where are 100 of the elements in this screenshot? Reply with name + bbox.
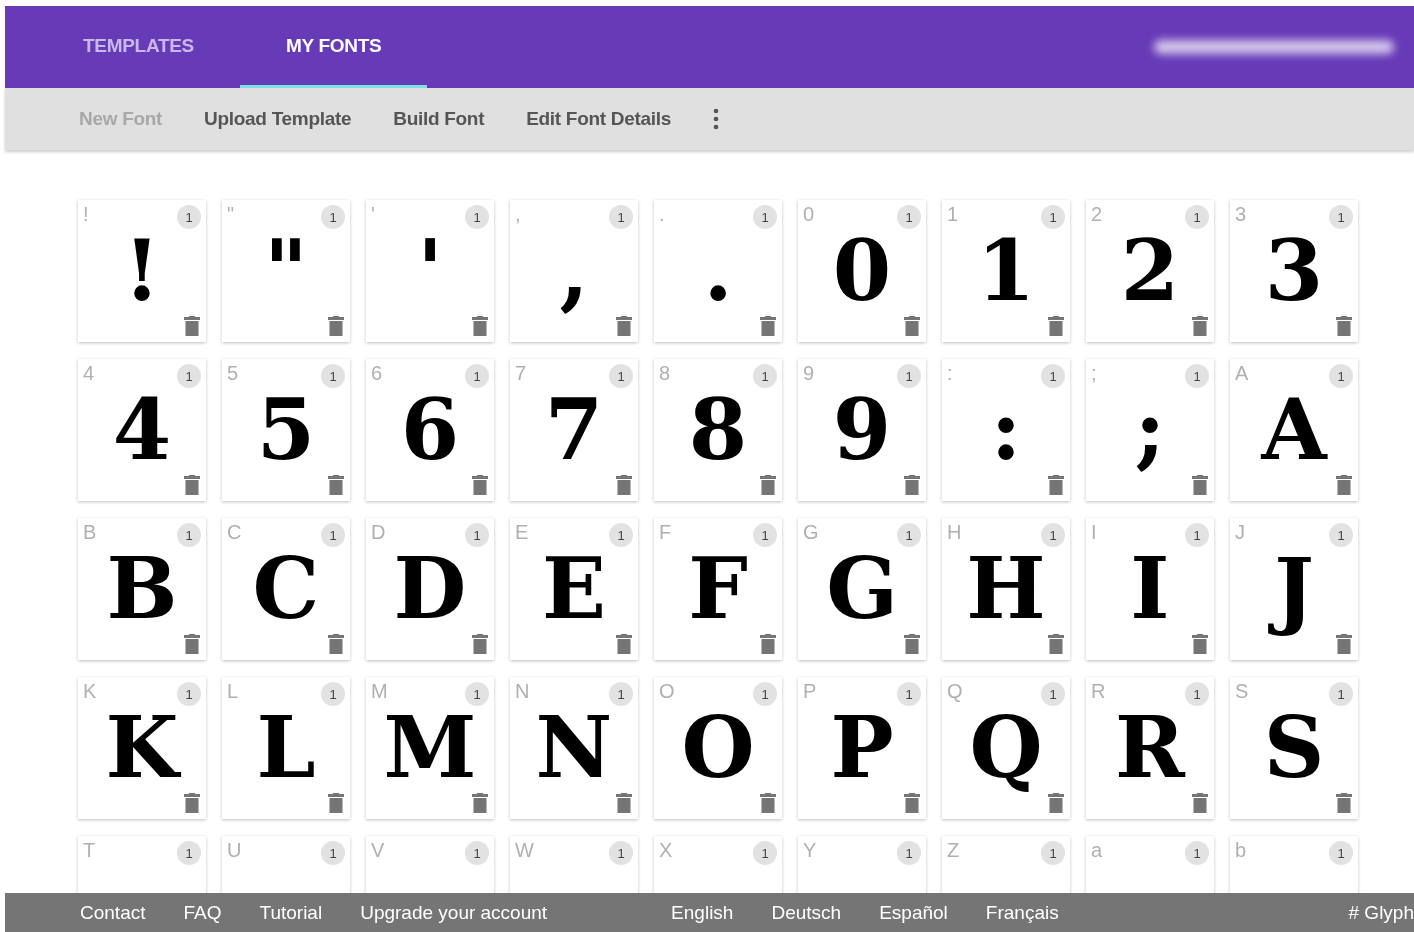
glyph-card[interactable]: D 1 D: [366, 518, 494, 660]
glyph-card[interactable]: 8 1 8: [654, 359, 782, 501]
glyph-card[interactable]: 0 1 0: [798, 200, 926, 342]
glyph-label: O: [659, 680, 675, 703]
glyph-card[interactable]: E 1 E: [510, 518, 638, 660]
trash-icon[interactable]: [904, 475, 920, 495]
language-link[interactable]: Español: [879, 901, 948, 924]
footer-link[interactable]: FAQ: [183, 901, 222, 924]
toolbar-button[interactable]: Build Font: [393, 108, 485, 130]
glyph-card[interactable]: " 1 ": [222, 200, 350, 342]
glyph-drawing: !: [122, 222, 162, 320]
glyph-card[interactable]: P 1 P: [798, 677, 926, 819]
glyph-card[interactable]: A 1 A: [1230, 359, 1358, 501]
glyph-card[interactable]: Q 1 Q: [942, 677, 1070, 819]
glyph-card[interactable]: ; 1 ;: [1086, 359, 1214, 501]
glyph-card[interactable]: 2 1 2: [1086, 200, 1214, 342]
glyph-card[interactable]: K 1 K: [78, 677, 206, 819]
glyph-card[interactable]: 1 1 1: [942, 200, 1070, 342]
trash-icon[interactable]: [1048, 475, 1064, 495]
glyph-card[interactable]: M 1 M: [366, 677, 494, 819]
glyph-card[interactable]: R 1 R: [1086, 677, 1214, 819]
trash-icon[interactable]: [472, 793, 488, 813]
trash-icon[interactable]: [472, 475, 488, 495]
glyph-card[interactable]: Z 1: [942, 836, 1070, 893]
glyph-card[interactable]: F 1 F: [654, 518, 782, 660]
glyph-card[interactable]: U 1: [222, 836, 350, 893]
trash-icon[interactable]: [1048, 634, 1064, 654]
glyph-card[interactable]: G 1 G: [798, 518, 926, 660]
trash-icon[interactable]: [184, 634, 200, 654]
trash-icon[interactable]: [1336, 634, 1352, 654]
trash-icon[interactable]: [1192, 793, 1208, 813]
nav-tab[interactable]: TEMPLATES: [37, 6, 240, 88]
trash-icon[interactable]: [1336, 475, 1352, 495]
glyph-card[interactable]: 4 1 4: [78, 359, 206, 501]
trash-icon[interactable]: [760, 475, 776, 495]
trash-icon[interactable]: [1336, 793, 1352, 813]
trash-icon[interactable]: [184, 793, 200, 813]
trash-icon[interactable]: [328, 475, 344, 495]
trash-icon[interactable]: [1192, 316, 1208, 336]
glyph-card[interactable]: S 1 S: [1230, 677, 1358, 819]
trash-icon[interactable]: [1048, 316, 1064, 336]
glyph-card[interactable]: 3 1 3: [1230, 200, 1358, 342]
trash-icon[interactable]: [184, 316, 200, 336]
trash-icon[interactable]: [328, 793, 344, 813]
glyph-card[interactable]: T 1: [78, 836, 206, 893]
glyph-card[interactable]: O 1 O: [654, 677, 782, 819]
glyph-card[interactable]: ! 1 !: [78, 200, 206, 342]
trash-icon[interactable]: [904, 793, 920, 813]
trash-icon[interactable]: [1192, 475, 1208, 495]
trash-icon[interactable]: [472, 634, 488, 654]
glyph-card[interactable]: : 1 :: [942, 359, 1070, 501]
language-link[interactable]: English: [671, 901, 734, 924]
footer-link[interactable]: Tutorial: [259, 901, 323, 924]
trash-icon[interactable]: [904, 634, 920, 654]
toolbar-button[interactable]: Edit Font Details: [526, 108, 671, 130]
glyph-label: V: [371, 839, 385, 862]
trash-icon[interactable]: [616, 316, 632, 336]
trash-icon[interactable]: [616, 475, 632, 495]
footer-link[interactable]: Contact: [80, 901, 146, 924]
trash-icon[interactable]: [760, 316, 776, 336]
trash-icon[interactable]: [328, 316, 344, 336]
glyph-card[interactable]: Y 1: [798, 836, 926, 893]
glyph-card[interactable]: , 1 ,: [510, 200, 638, 342]
glyph-card[interactable]: W 1: [510, 836, 638, 893]
glyph-card[interactable]: b 1: [1230, 836, 1358, 893]
glyph-card[interactable]: J 1 J: [1230, 518, 1358, 660]
trash-icon[interactable]: [904, 316, 920, 336]
more-vertical-icon[interactable]: [713, 108, 719, 130]
glyph-card[interactable]: H 1 H: [942, 518, 1070, 660]
glyph-card[interactable]: ' 1 ': [366, 200, 494, 342]
trash-icon[interactable]: [616, 634, 632, 654]
glyph-card[interactable]: L 1 L: [222, 677, 350, 819]
glyph-card[interactable]: 9 1 9: [798, 359, 926, 501]
footer-link[interactable]: # Glyph: [1348, 901, 1414, 924]
trash-icon[interactable]: [1192, 634, 1208, 654]
glyph-card[interactable]: V 1: [366, 836, 494, 893]
glyph-drawing: ,: [558, 222, 590, 320]
glyph-card[interactable]: B 1 B: [78, 518, 206, 660]
trash-icon[interactable]: [328, 634, 344, 654]
language-link[interactable]: Français: [985, 901, 1059, 924]
glyph-card[interactable]: X 1: [654, 836, 782, 893]
trash-icon[interactable]: [760, 634, 776, 654]
glyph-card[interactable]: N 1 N: [510, 677, 638, 819]
glyph-card[interactable]: 6 1 6: [366, 359, 494, 501]
glyph-card[interactable]: . 1 .: [654, 200, 782, 342]
glyph-card[interactable]: 5 1 5: [222, 359, 350, 501]
language-link[interactable]: Deutsch: [771, 901, 842, 924]
glyph-card[interactable]: C 1 C: [222, 518, 350, 660]
footer-link[interactable]: Upgrade your account: [360, 901, 548, 924]
trash-icon[interactable]: [1336, 316, 1352, 336]
trash-icon[interactable]: [616, 793, 632, 813]
trash-icon[interactable]: [472, 316, 488, 336]
trash-icon[interactable]: [1048, 793, 1064, 813]
glyph-card[interactable]: I 1 I: [1086, 518, 1214, 660]
glyph-label: ': [371, 203, 375, 226]
toolbar-button[interactable]: Upload Template: [204, 108, 352, 130]
trash-icon[interactable]: [760, 793, 776, 813]
glyph-card[interactable]: 7 1 7: [510, 359, 638, 501]
trash-icon[interactable]: [184, 475, 200, 495]
glyph-card[interactable]: a 1: [1086, 836, 1214, 893]
